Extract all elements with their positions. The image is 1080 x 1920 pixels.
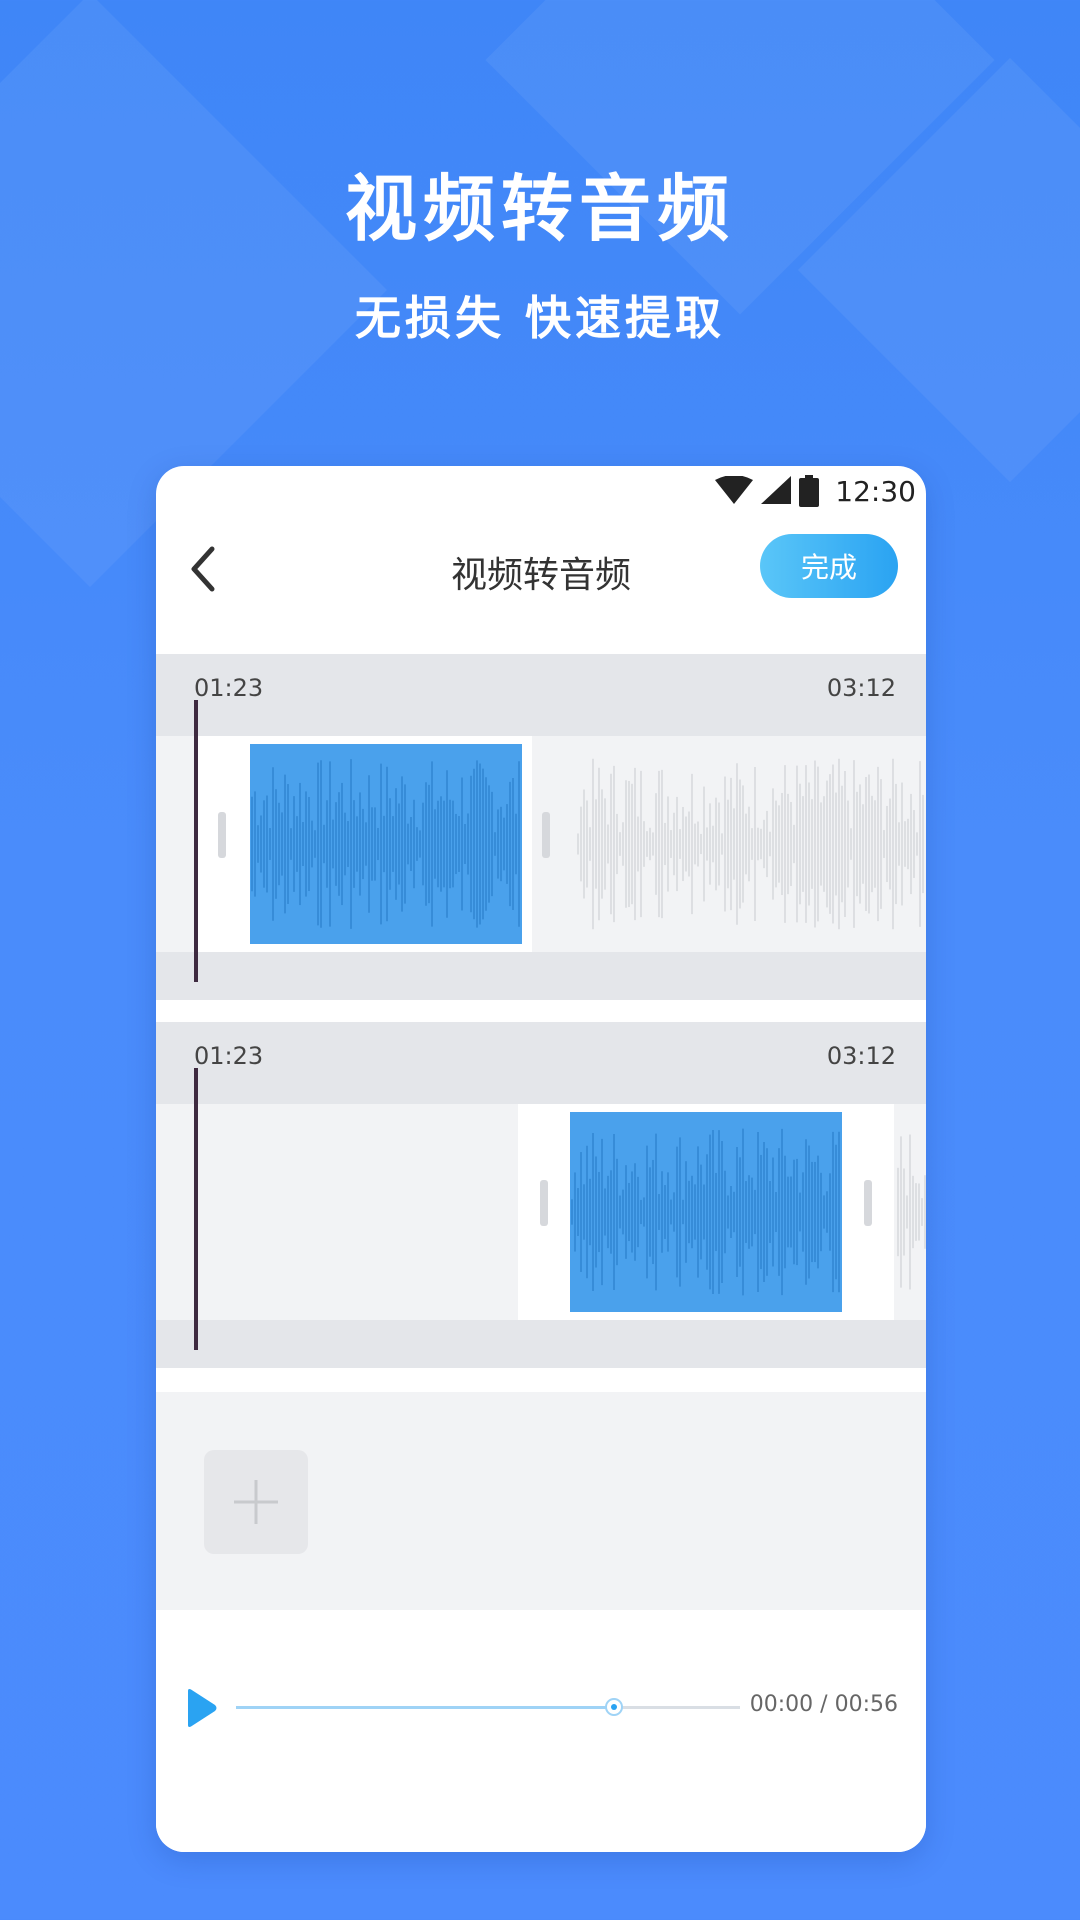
play-icon[interactable] <box>184 1688 218 1728</box>
waveform-icon <box>571 1128 840 1296</box>
trim-handle-right[interactable] <box>542 812 550 858</box>
audio-track-2: 01:23 03:12 <box>156 1022 926 1368</box>
add-clip-area <box>156 1392 926 1610</box>
signal-icon <box>761 476 792 504</box>
track-lane <box>156 1104 926 1320</box>
status-time: 12:30 <box>835 474 916 508</box>
track-start-time: 01:23 <box>194 674 264 702</box>
audio-track-1: 01:23 03:12 <box>156 654 926 1000</box>
navigation-bar: 视频转音频 完成 <box>156 516 926 622</box>
audio-player: 00:00 / 00:56 <box>156 1610 926 1852</box>
unselected-waveform <box>577 758 924 930</box>
battery-icon <box>799 475 820 507</box>
hero-title: 视频转音频 <box>344 167 735 251</box>
total-time: 00:56 <box>834 1692 898 1717</box>
waveform-icon <box>251 759 520 929</box>
progress-fill <box>236 1706 614 1709</box>
playhead[interactable] <box>194 1068 198 1350</box>
playhead[interactable] <box>194 700 198 982</box>
hero-subtitle: 无损失 快速提取 <box>354 291 725 345</box>
wifi-icon <box>715 476 754 504</box>
plus-icon <box>234 1480 278 1524</box>
track-end-time: 03:12 <box>826 674 896 702</box>
selected-clip-waveform[interactable] <box>250 744 522 944</box>
track-start-time: 01:23 <box>194 1042 264 1070</box>
clip-frame <box>198 736 550 952</box>
unselected-waveform <box>897 1134 926 1290</box>
phone-screen: 12:30 视频转音频 完成 01:23 03:12 01:23 03:12 0… <box>156 466 926 1852</box>
trim-handle-right[interactable] <box>864 1180 872 1226</box>
done-button[interactable]: 完成 <box>760 534 898 598</box>
progress-thumb[interactable] <box>605 1698 623 1716</box>
time-readout: 00:00 / 00:56 <box>750 1692 898 1717</box>
current-time: 00:00 <box>749 1692 814 1717</box>
add-clip-button[interactable] <box>204 1450 308 1554</box>
status-bar: 12:30 <box>715 466 916 516</box>
clip-frame <box>518 1104 894 1320</box>
track-lane <box>156 736 926 952</box>
selected-clip-waveform[interactable] <box>570 1112 842 1312</box>
trim-handle-left[interactable] <box>540 1180 548 1226</box>
time-separator: / <box>820 1692 828 1717</box>
trim-handle-left[interactable] <box>218 812 226 858</box>
progress-slider[interactable] <box>236 1698 740 1716</box>
track-end-time: 03:12 <box>826 1042 896 1070</box>
